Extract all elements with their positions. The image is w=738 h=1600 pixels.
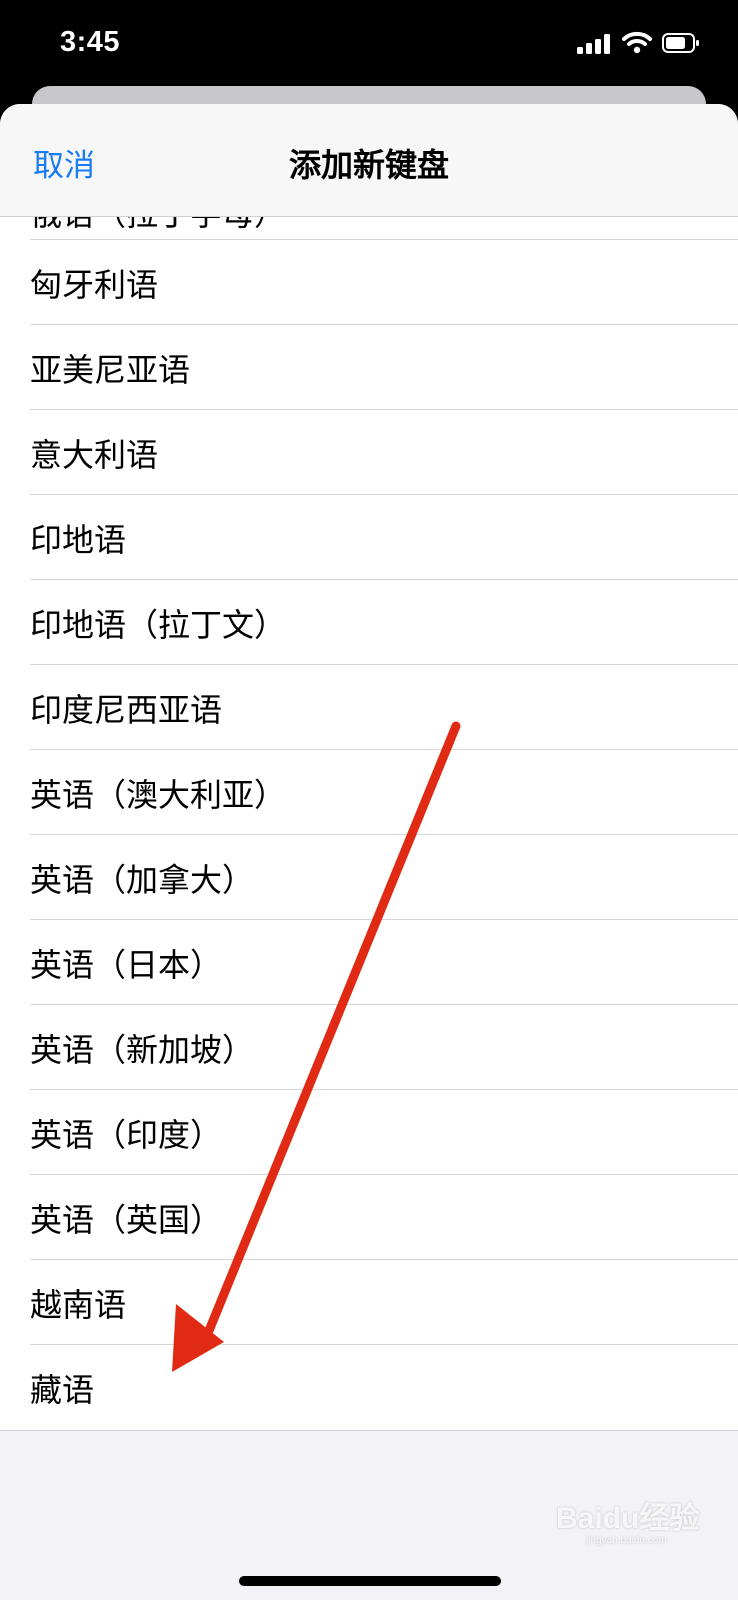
list-item[interactable]: 越南语 [0,1260,738,1345]
list-item[interactable]: 英语（英国） [0,1175,738,1260]
list-item-tibetan[interactable]: 藏语 [0,1345,738,1430]
list-item[interactable]: 英语（新加坡） [0,1005,738,1090]
list-item[interactable]: 英语（澳大利亚） [0,750,738,835]
status-time: 3:45 [60,26,121,58]
list-item[interactable]: 英语（印度） [0,1090,738,1175]
page-title: 添加新键盘 [288,146,449,184]
status-bar: 3:45 [0,0,738,100]
language-list: 俄语（拉丁字母） 匈牙利语 亚美尼亚语 意大利语 印地语 印地语（拉丁文） 印度… [0,184,738,1431]
cellular-signal-icon [577,34,610,54]
list-item[interactable]: 英语（日本） [0,920,738,1005]
list-item[interactable]: 匈牙利语 [0,240,738,325]
navigation-bar: 取消 添加新键盘 [0,104,738,217]
add-keyboard-sheet: 取消 添加新键盘 俄语（拉丁字母） 匈牙利语 亚美尼亚语 意大利语 印地语 印地… [0,104,738,1600]
list-item[interactable]: 英语（加拿大） [0,835,738,920]
watermark-url: jingyan.baidu.com [586,1535,667,1546]
battery-icon [662,33,699,53]
home-indicator[interactable] [239,1576,501,1586]
list-item[interactable]: 意大利语 [0,410,738,495]
list-item[interactable]: 印地语 [0,495,738,580]
list-item[interactable]: 印地语（拉丁文） [0,580,738,665]
watermark-text: Baidu经验 [556,1502,700,1535]
list-item[interactable]: 亚美尼亚语 [0,325,738,410]
wifi-icon [622,31,652,54]
baidu-watermark: Baidu经验 jingyan.baidu.com [556,1493,699,1546]
list-item[interactable]: 印度尼西亚语 [0,665,738,750]
